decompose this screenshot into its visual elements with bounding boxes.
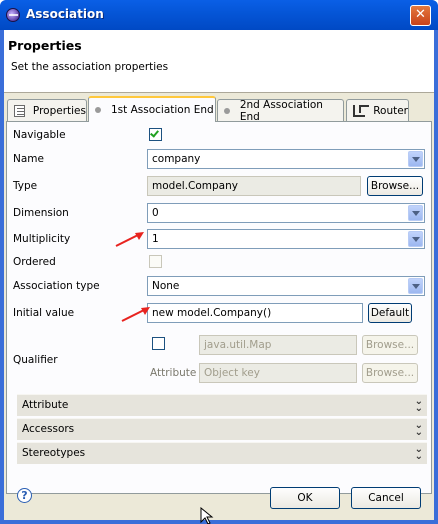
close-button[interactable]: ✕ [410,5,431,26]
dimension-label: Dimension [13,207,69,219]
tab-label: 2nd Association End [239,98,323,123]
section-accessors[interactable]: Accessors ⌄ ⌄ [17,418,427,440]
section-attribute[interactable]: Attribute ⌄ ⌄ [17,394,427,416]
multiplicity-combo[interactable]: 1 [147,229,425,249]
default-button[interactable]: Default [368,303,412,323]
association-type-combo[interactable]: None [147,276,425,296]
name-label: Name [13,153,44,165]
qualifier-browse-button[interactable]: Browse... [362,335,418,355]
dimension-combo[interactable]: 0 [147,203,425,223]
router-icon [353,104,370,117]
chevron-down-icon[interactable] [408,205,423,221]
tab-strip: Properties 1st Association End 2nd Assoc… [4,96,434,123]
type-value: model.Company [152,180,238,192]
tab-1st-association-end[interactable]: 1st Association End [88,96,216,122]
qualifier-attribute-field[interactable]: Object key [199,363,357,383]
ordered-checkbox[interactable] [149,255,162,268]
dimension-value: 0 [152,207,159,219]
qualifier-type-field[interactable]: java.util.Map [199,335,357,355]
ordered-label: Ordered [13,256,56,268]
initial-value-field[interactable]: new model.Company() [147,303,363,323]
tab-panel: Navigable Name company Type model.Compan… [6,121,432,494]
multiplicity-value: 1 [152,233,159,245]
attribute-label: Attribute [150,367,197,379]
chevron-down-icon[interactable] [408,151,423,167]
header-description: Set the association properties [11,61,169,73]
section-stereotypes[interactable]: Stereotypes ⌄ ⌄ [17,442,427,464]
dialog-client: Properties Set the association propertie… [4,30,434,524]
annotation-arrow-icon [115,232,144,247]
section-label: Accessors [22,423,75,435]
chevron-down-icon[interactable] [408,278,423,294]
qualifier-type-value: java.util.Map [204,339,272,351]
double-chevron-down-icon: ⌄ ⌄ [414,396,423,414]
chevron-down-icon[interactable] [408,231,423,247]
help-icon: ? [21,489,28,502]
qualifier-label: Qualifier [13,354,58,366]
tab-label: 1st Association End [111,104,214,116]
multiplicity-label: Multiplicity [13,233,71,245]
dot-icon [95,107,101,113]
qualifier-attribute-value: Object key [204,367,260,379]
double-chevron-down-icon: ⌄ ⌄ [414,420,423,438]
attribute-browse-button[interactable]: Browse... [362,363,418,383]
tab-label: Properties [32,104,86,117]
initial-value-label: Initial value [13,307,75,319]
title-bar[interactable]: Association ✕ [0,0,438,30]
tab-properties[interactable]: Properties [7,99,87,121]
close-icon: ✕ [415,7,426,22]
type-browse-button[interactable]: Browse... [367,176,423,196]
cancel-button[interactable]: Cancel [351,487,421,509]
dialog-header: Properties Set the association propertie… [4,30,434,93]
association-type-value: None [152,280,180,292]
properties-icon [14,104,25,117]
type-field[interactable]: model.Company [147,176,361,196]
name-value: company [152,153,201,165]
window-title: Association [26,7,104,21]
double-chevron-down-icon: ⌄ ⌄ [414,444,423,462]
section-label: Stereotypes [22,447,86,459]
section-label: Attribute [22,399,69,411]
tab-label: Router [373,104,408,117]
association-dialog: Association ✕ Properties Set the associa… [0,0,438,524]
app-icon [6,8,20,22]
header-title: Properties [8,38,82,53]
mouse-cursor-icon [200,507,214,524]
navigable-checkbox[interactable] [149,128,162,141]
ok-button[interactable]: OK [270,487,340,509]
dot-icon [224,107,230,114]
tab-router[interactable]: Router [346,99,409,121]
name-combo[interactable]: company [147,149,425,169]
association-type-label: Association type [13,280,100,292]
checkmark-icon [150,128,159,138]
tab-2nd-association-end[interactable]: 2nd Association End [217,98,344,123]
qualifier-checkbox[interactable] [152,337,165,350]
navigable-label: Navigable [13,129,66,141]
type-label: Type [13,180,38,192]
initial-value-text: new model.Company() [152,307,272,319]
help-button[interactable]: ? [17,488,32,503]
